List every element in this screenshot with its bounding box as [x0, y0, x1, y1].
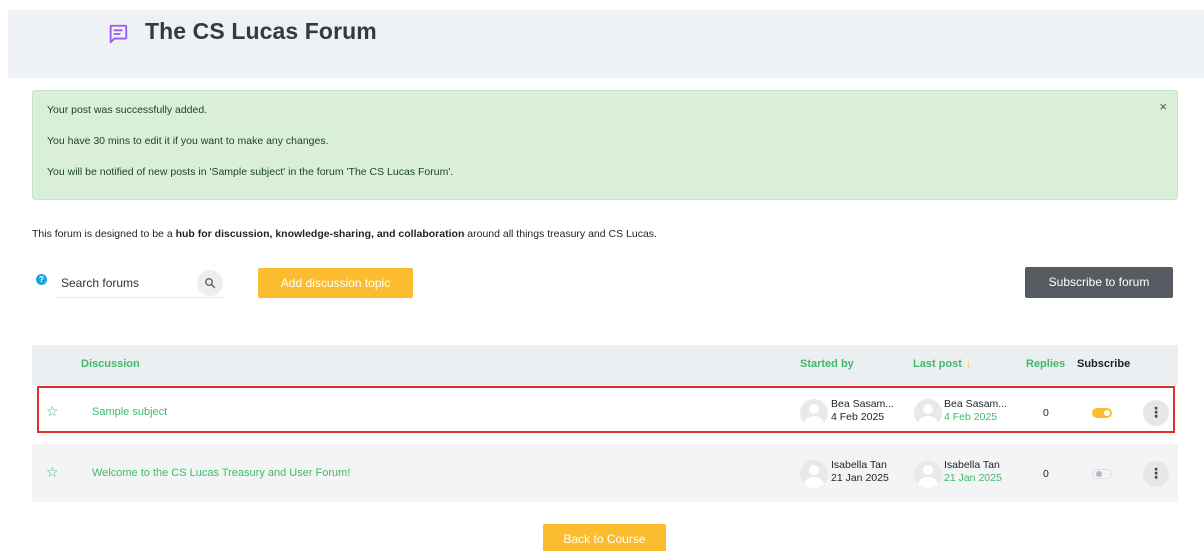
sort-down-arrow-icon: ↓ [965, 358, 972, 370]
alert-line-2: You have 30 mins to edit it if you want … [47, 135, 329, 147]
last-post-date[interactable]: 4 Feb 2025 [944, 411, 1007, 424]
subscribe-toggle[interactable] [1092, 408, 1112, 418]
last-post-name[interactable]: Isabella Tan [944, 459, 1002, 472]
avatar [914, 399, 942, 427]
alert-line-3: You will be notified of new posts in 'Sa… [47, 166, 454, 178]
column-last-post[interactable]: Last post ↓ [913, 358, 971, 370]
intro-text-after: around all things treasury and CS Lucas. [464, 228, 657, 240]
forum-intro: This forum is designed to be a hub for d… [32, 228, 657, 240]
column-subscribe: Subscribe [1077, 358, 1131, 370]
replies-count: 0 [1043, 407, 1049, 419]
last-post-name[interactable]: Bea Sasam... [944, 398, 1007, 411]
last-post-date[interactable]: 21 Jan 2025 [944, 472, 1002, 485]
star-icon[interactable]: ☆ [46, 403, 59, 420]
star-icon[interactable]: ☆ [46, 464, 59, 481]
discussion-link[interactable]: Sample subject [92, 406, 167, 418]
close-icon[interactable]: × [1159, 99, 1167, 114]
intro-text-bold: hub for discussion, knowledge-sharing, a… [175, 228, 465, 240]
message-square-icon [109, 24, 128, 44]
avatar [800, 399, 828, 427]
table-row: ☆ Sample subject Bea Sasam... 4 Feb 2025… [32, 386, 1178, 444]
success-alert: Your post was successfully added. You ha… [32, 90, 1178, 200]
column-replies[interactable]: Replies [1026, 358, 1065, 370]
last-post-info: Bea Sasam... 4 Feb 2025 [944, 398, 1007, 424]
started-by-name[interactable]: Bea Sasam... [831, 398, 894, 411]
avatar [914, 460, 942, 488]
search-button[interactable] [197, 270, 223, 296]
started-by-date: 21 Jan 2025 [831, 472, 889, 484]
started-by-name[interactable]: Isabella Tan [831, 459, 889, 472]
column-last-post-label: Last post [913, 358, 962, 370]
help-icon[interactable]: ? [36, 274, 47, 285]
back-to-course-button[interactable]: Back to Course [543, 524, 666, 551]
discussion-table-header: Discussion Started by Last post ↓ Replies… [32, 345, 1178, 385]
intro-text-before: This forum is designed to be a [32, 228, 176, 240]
column-discussion[interactable]: Discussion [81, 358, 140, 370]
started-by-info: Bea Sasam... 4 Feb 2025 [831, 398, 894, 424]
subscribe-forum-button[interactable]: Subscribe to forum [1025, 267, 1173, 298]
column-started-by[interactable]: Started by [800, 358, 854, 370]
page-title: The CS Lucas Forum [145, 18, 377, 44]
alert-line-1: Your post was successfully added. [47, 104, 208, 116]
more-options-icon[interactable]: ⋮ [1143, 400, 1169, 426]
toggle-knob [1104, 410, 1110, 416]
search-box [55, 270, 225, 298]
search-icon [205, 278, 216, 289]
avatar [800, 460, 828, 488]
started-by-info: Isabella Tan 21 Jan 2025 [831, 459, 889, 485]
more-options-icon[interactable]: ⋮ [1143, 461, 1169, 487]
toggle-knob [1096, 471, 1102, 477]
subscribe-toggle[interactable] [1092, 469, 1112, 479]
table-row: ☆ Welcome to the CS Lucas Treasury and U… [32, 444, 1178, 502]
last-post-info: Isabella Tan 21 Jan 2025 [944, 459, 1002, 485]
discussion-link[interactable]: Welcome to the CS Lucas Treasury and Use… [92, 467, 350, 479]
add-discussion-button[interactable]: Add discussion topic [258, 268, 413, 298]
started-by-date: 4 Feb 2025 [831, 411, 885, 423]
search-input[interactable] [61, 276, 191, 290]
replies-count: 0 [1043, 468, 1049, 480]
